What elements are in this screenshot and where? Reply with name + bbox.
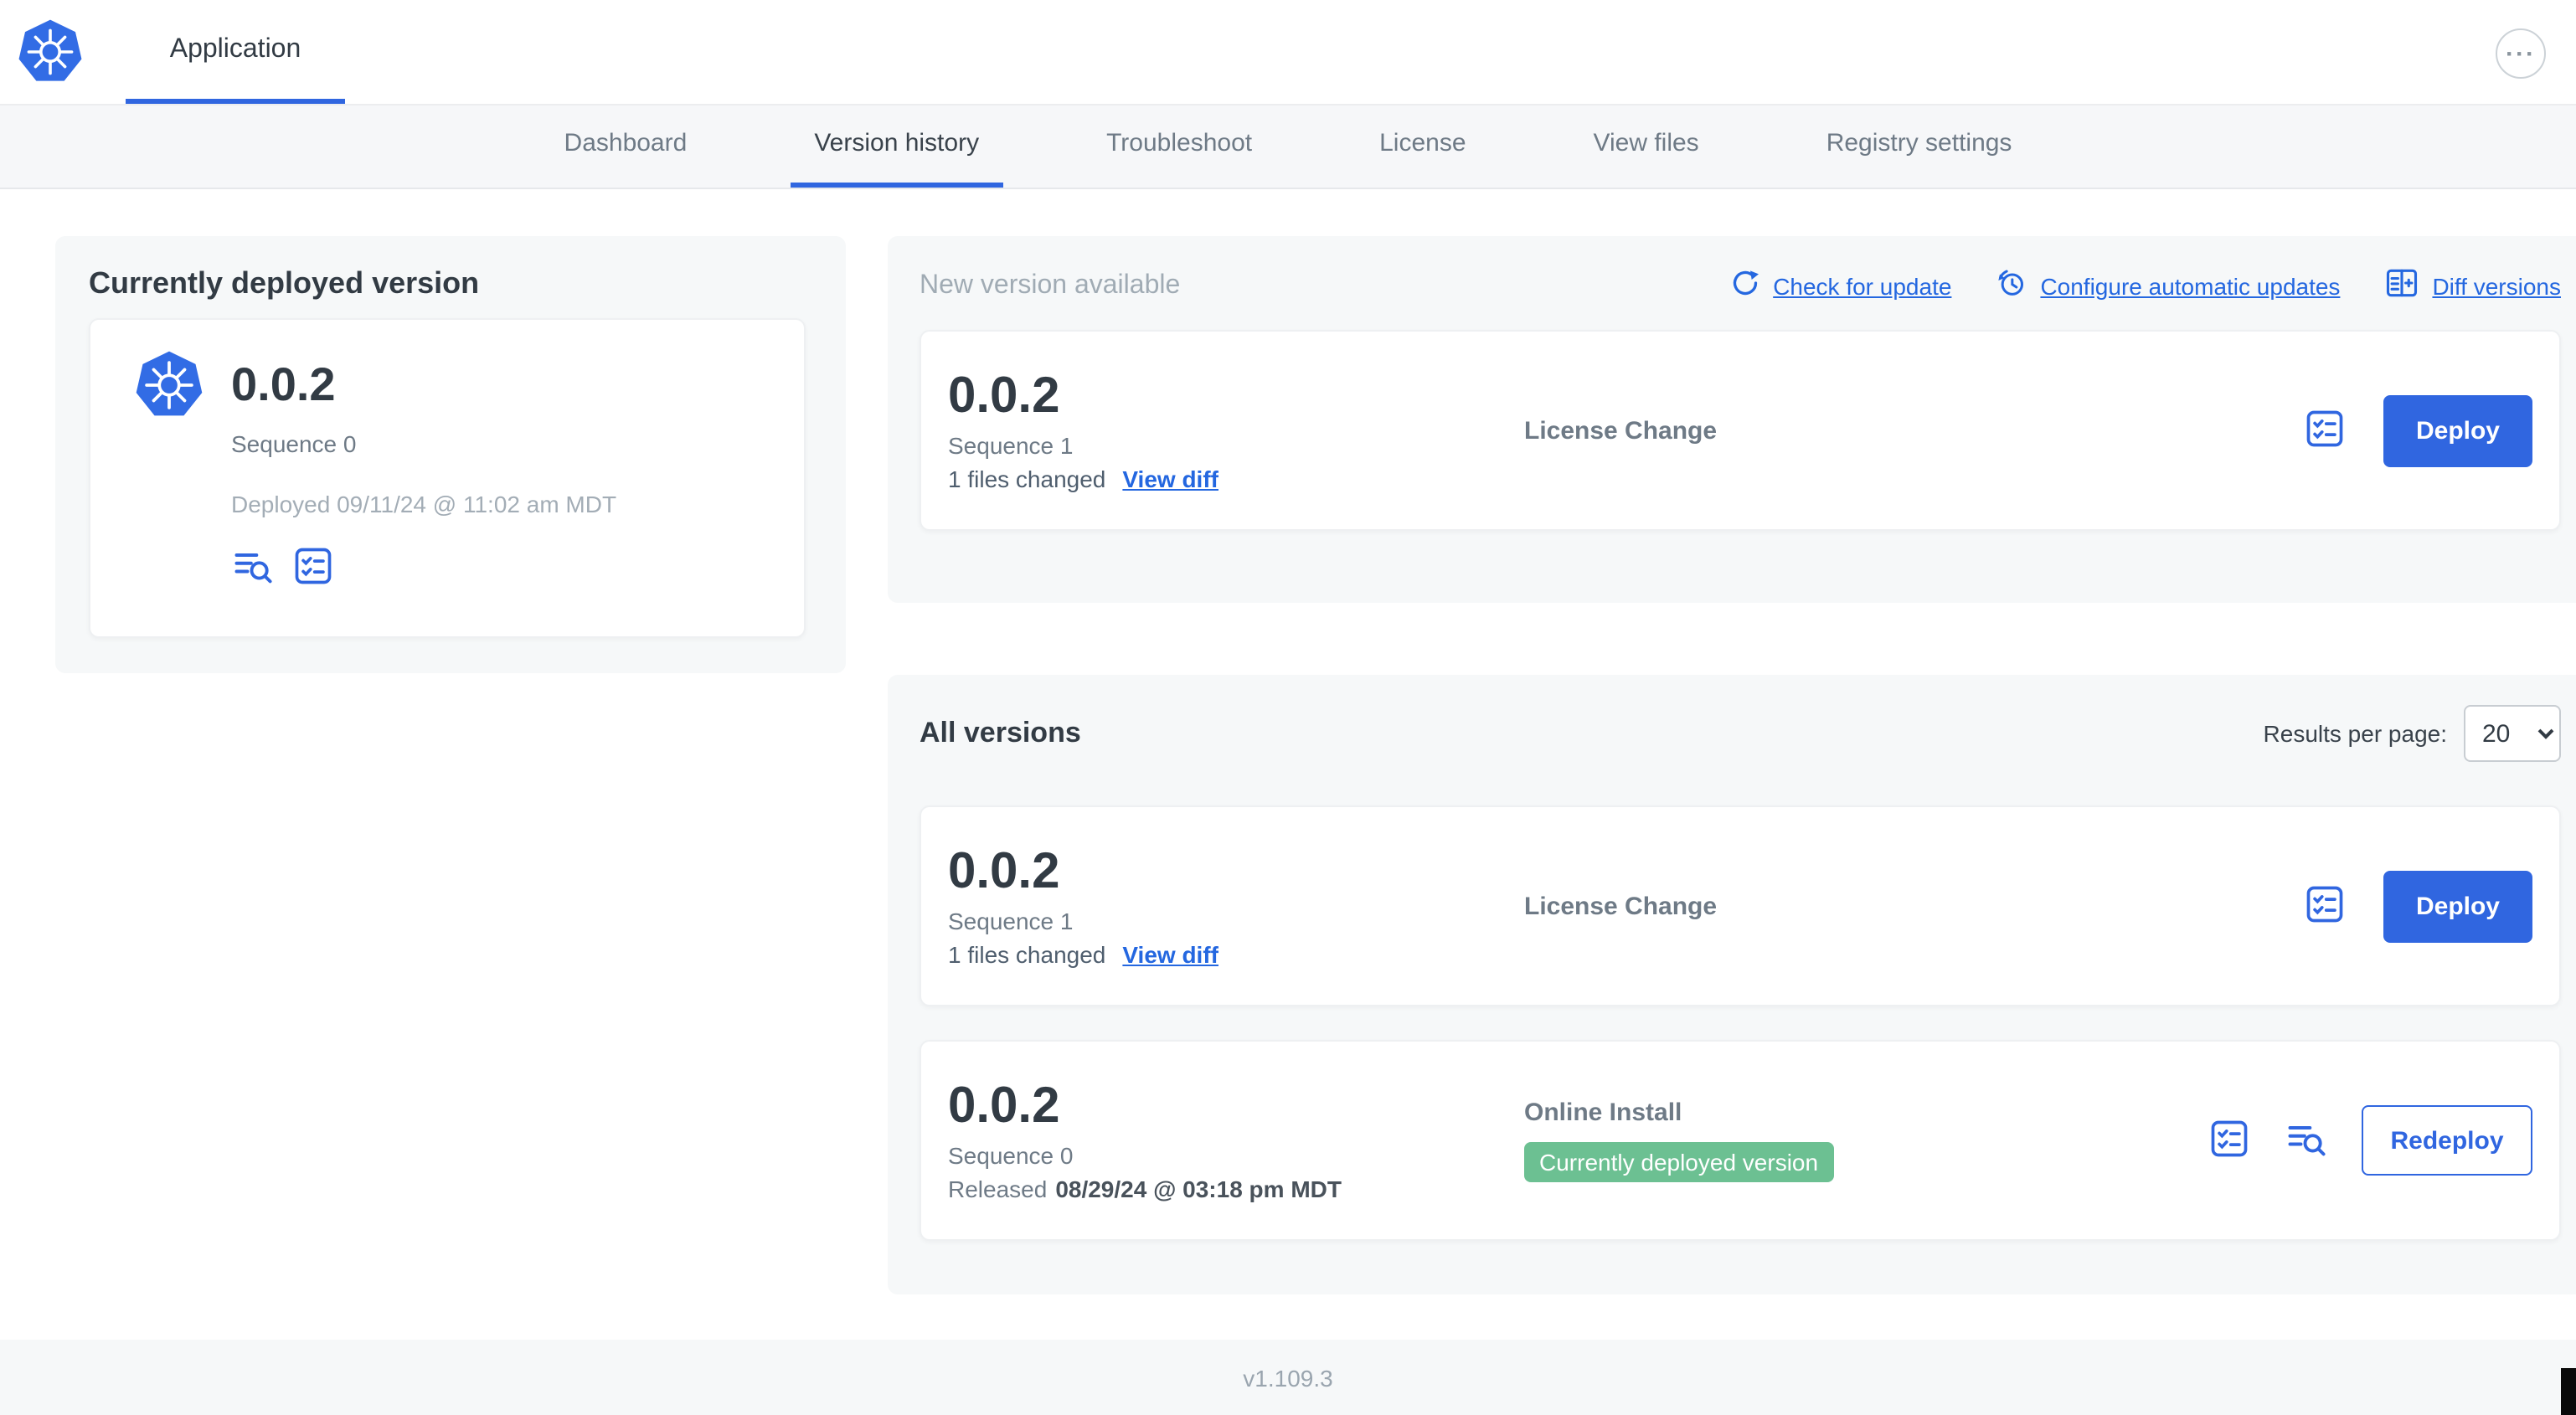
- currently-deployed-title: Currently deployed version: [89, 266, 480, 300]
- released-date: 08/29/24 @ 03:18 pm MDT: [1055, 1176, 1342, 1202]
- tab-troubleshoot[interactable]: Troubleshoot: [1083, 104, 1275, 188]
- redeploy-button[interactable]: Redeploy: [2362, 1105, 2532, 1176]
- app-window: Application ··· Dashboard Version histor…: [0, 0, 2576, 1415]
- view-logs-button[interactable]: [231, 544, 275, 593]
- deployed-version-card: 0.0.2 Sequence 0 Deployed 09/11/24 @ 11:…: [89, 318, 806, 638]
- diff-table-icon: [2383, 265, 2420, 306]
- all-versions-panel: All versions Results per page: 20 0.0.2 …: [888, 675, 2576, 1294]
- deploy-button[interactable]: Deploy: [2383, 870, 2532, 942]
- configure-automatic-updates-link[interactable]: Configure automatic updates: [1995, 266, 2340, 305]
- checklist-icon: [291, 544, 335, 593]
- top-bar: Application ···: [0, 0, 2576, 105]
- release-notes-button[interactable]: [2303, 882, 2347, 930]
- clock-update-icon: [1995, 266, 2028, 305]
- kubernetes-logo-icon: [17, 18, 84, 85]
- ellipsis-icon: ···: [2506, 39, 2536, 68]
- logs-icon: [231, 544, 275, 593]
- refresh-icon: [1728, 266, 1761, 305]
- version-row: 0.0.2 Sequence 0 Released 08/29/24 @ 03:1…: [920, 1040, 2561, 1241]
- new-version-panel: New version available Check for update C…: [888, 236, 2576, 603]
- files-changed-label: 1 files changed: [948, 941, 1106, 968]
- footer: v1.109.3: [0, 1340, 2576, 1415]
- tab-view-files[interactable]: View files: [1570, 104, 1723, 188]
- release-notes-button[interactable]: [2208, 1116, 2251, 1165]
- new-version-title: New version available: [920, 270, 1181, 299]
- app-tab-application[interactable]: Application: [126, 0, 345, 104]
- tab-license[interactable]: License: [1356, 104, 1489, 188]
- app-logo-icon: [134, 350, 204, 420]
- version-source: License Change: [1524, 892, 1718, 920]
- console-version: v1.109.3: [1243, 1364, 1333, 1391]
- currently-deployed-badge: Currently deployed version: [1524, 1142, 1834, 1182]
- version-number: 0.0.2: [948, 368, 1060, 424]
- version-number: 0.0.2: [948, 844, 1060, 899]
- version-source: Online Install Currently deployed versio…: [1524, 1099, 2208, 1182]
- all-versions-title: All versions: [920, 717, 1081, 749]
- version-row: 0.0.2 Sequence 1 1 files changed View di…: [920, 805, 2561, 1006]
- logs-icon: [2285, 1116, 2328, 1165]
- results-per-page-select[interactable]: 20: [2464, 705, 2561, 762]
- version-sequence: Sequence 1: [948, 908, 1074, 934]
- version-number: 0.0.2: [948, 1078, 1060, 1134]
- nav-bar: Dashboard Version history Troubleshoot L…: [0, 104, 2576, 189]
- deployed-version-number: 0.0.2: [231, 358, 336, 410]
- checklist-icon: [2303, 406, 2347, 455]
- view-diff-link[interactable]: View diff: [1122, 466, 1218, 492]
- main-content: Currently deployed version 0.0.2 Sequenc…: [0, 189, 2576, 1340]
- release-notes-button[interactable]: [291, 544, 335, 593]
- currently-deployed-panel: Currently deployed version 0.0.2 Sequenc…: [55, 236, 846, 673]
- version-source: License Change: [1524, 416, 1718, 445]
- tab-dashboard[interactable]: Dashboard: [541, 104, 711, 188]
- new-version-card: 0.0.2 Sequence 1 1 files changed View di…: [920, 330, 2561, 531]
- view-diff-link[interactable]: View diff: [1122, 941, 1218, 968]
- version-sequence: Sequence 0: [948, 1142, 1074, 1169]
- check-for-update-link[interactable]: Check for update: [1728, 266, 1951, 305]
- release-notes-button[interactable]: [2303, 406, 2347, 455]
- checklist-icon: [2303, 882, 2347, 930]
- deploy-button[interactable]: Deploy: [2383, 394, 2532, 466]
- more-menu-button[interactable]: ···: [2496, 28, 2546, 79]
- diff-versions-link[interactable]: Diff versions: [2383, 265, 2561, 306]
- results-per-page-label: Results per page:: [2263, 720, 2447, 747]
- tab-version-history[interactable]: Version history: [791, 104, 1003, 188]
- view-logs-button[interactable]: [2285, 1116, 2328, 1165]
- black-corner: [2561, 1368, 2576, 1415]
- files-changed-label: 1 files changed: [948, 466, 1106, 492]
- deployed-timestamp: Deployed 09/11/24 @ 11:02 am MDT: [231, 491, 617, 517]
- version-sequence: Sequence 1: [948, 432, 1074, 459]
- tab-registry-settings[interactable]: Registry settings: [1803, 104, 2036, 188]
- checklist-icon: [2208, 1116, 2251, 1165]
- deployed-sequence: Sequence 0: [231, 430, 357, 457]
- released-label: Released: [948, 1176, 1048, 1202]
- version-source-label: Online Install: [1524, 1099, 1682, 1127]
